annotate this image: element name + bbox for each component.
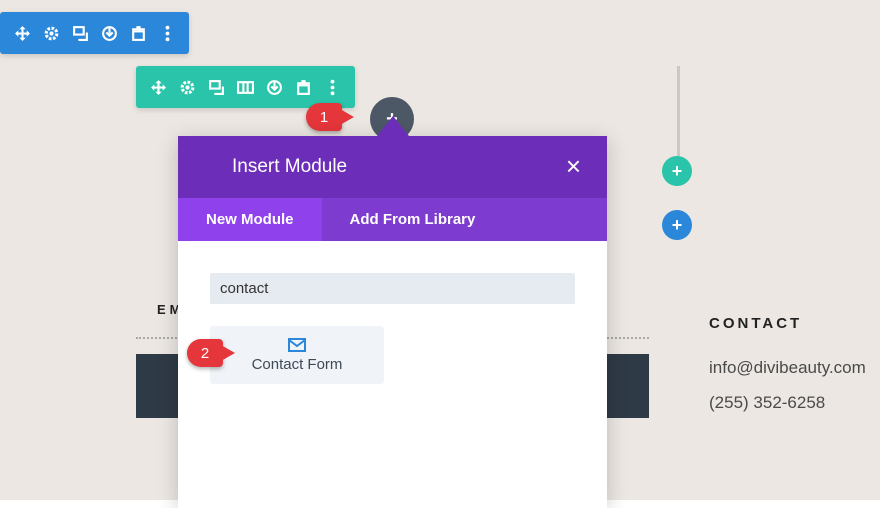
move-icon[interactable]	[14, 24, 31, 43]
tab-add-from-library[interactable]: Add From Library	[322, 198, 504, 241]
module-search-input[interactable]	[210, 273, 575, 304]
add-module-button[interactable]: +	[662, 210, 692, 240]
save-icon[interactable]	[266, 78, 283, 97]
modal-header: Insert Module ×	[178, 136, 607, 198]
move-icon[interactable]	[150, 78, 167, 97]
callout-1: 1	[306, 103, 354, 131]
divider-vertical	[677, 66, 680, 156]
tab-new-module[interactable]: New Module	[178, 198, 322, 241]
envelope-icon	[288, 337, 306, 352]
save-icon[interactable]	[101, 24, 118, 43]
columns-icon[interactable]	[237, 78, 254, 97]
gear-icon[interactable]	[43, 24, 60, 43]
more-icon[interactable]	[159, 24, 176, 43]
contact-form-label: Contact Form	[251, 355, 343, 373]
close-icon[interactable]: ×	[566, 153, 581, 179]
gear-icon[interactable]	[179, 78, 196, 97]
trash-icon[interactable]	[295, 78, 312, 97]
modal-tabs: New Module Add From Library	[178, 198, 607, 241]
duplicate-icon[interactable]	[72, 24, 89, 43]
row-toolbar	[0, 12, 189, 54]
contact-form-module[interactable]: Contact Form	[210, 326, 384, 384]
contact-phone: (255) 352-6258	[709, 393, 826, 412]
add-row-button[interactable]: +	[662, 156, 692, 186]
insert-module-modal: Insert Module × New Module Add From Libr…	[178, 116, 607, 508]
callout-2: 2	[187, 339, 235, 367]
contact-heading: CONTACT	[709, 315, 803, 332]
modal-title: Insert Module	[232, 156, 348, 177]
section-toolbar	[136, 66, 355, 108]
modal-pointer	[377, 116, 409, 136]
trash-icon[interactable]	[130, 24, 147, 43]
contact-email[interactable]: info@divibeauty.com	[709, 358, 866, 378]
more-icon[interactable]	[324, 78, 341, 97]
duplicate-icon[interactable]	[208, 78, 225, 97]
